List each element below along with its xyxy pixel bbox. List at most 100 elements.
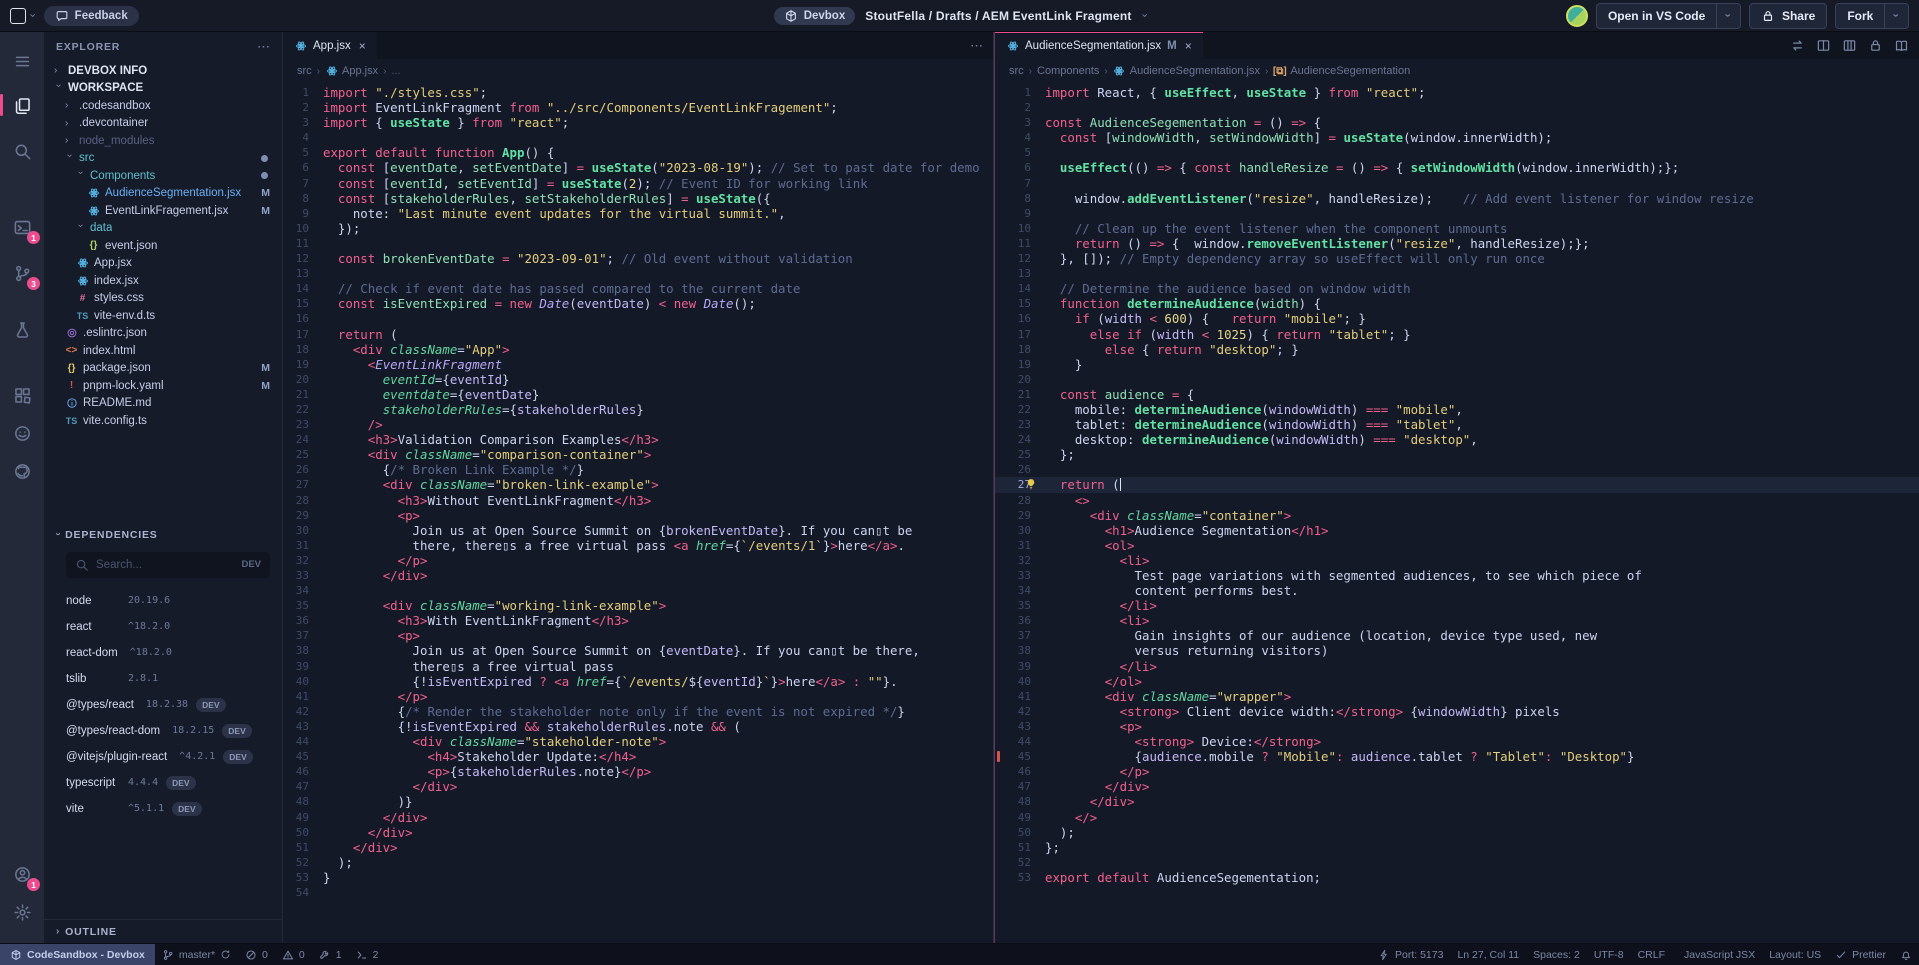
tree-item-package-json[interactable]: {} package.json M bbox=[44, 360, 282, 378]
close-tab-icon[interactable]: × bbox=[359, 39, 366, 53]
tree-item-readme-md[interactable]: README.md bbox=[44, 395, 282, 413]
share-button[interactable]: Share bbox=[1748, 2, 1828, 29]
tasks-count[interactable]: 1 bbox=[312, 944, 349, 965]
eol[interactable]: CRLF bbox=[1631, 944, 1672, 965]
terminals-count[interactable]: 2 bbox=[349, 944, 386, 965]
feedback-button[interactable]: Feedback bbox=[43, 5, 139, 26]
compare-changes-icon[interactable] bbox=[1790, 38, 1805, 53]
fork-dropdown[interactable]: › bbox=[1884, 3, 1902, 28]
tree-item-vite-env-d-ts[interactable]: TS vite-env.d.ts bbox=[44, 307, 282, 325]
tree-item-components[interactable]: › Components bbox=[44, 167, 282, 185]
breadcrumb-item[interactable]: Components bbox=[1037, 65, 1099, 77]
breadcrumb[interactable]: src › Components › AudienceSegmentation.jsx ›… bbox=[995, 59, 1919, 83]
tree-item-styles-css[interactable]: # styles.css bbox=[44, 290, 282, 308]
dependency-typescript[interactable]: typescript 4.4.4 DEV bbox=[44, 770, 282, 796]
menu-icon[interactable] bbox=[7, 46, 37, 76]
git-branch-status[interactable]: master* bbox=[155, 944, 238, 965]
breadcrumb-item[interactable]: App.jsx bbox=[325, 65, 378, 77]
tree-item-audiencesegmentation-jsx[interactable]: AudienceSegmentation.jsx M bbox=[44, 185, 282, 203]
react-file-icon bbox=[294, 40, 307, 52]
breadcrumb-item[interactable]: src bbox=[1009, 65, 1024, 77]
files-icon[interactable] bbox=[0, 90, 37, 120]
breadcrumb-item[interactable]: AudienceSegmentation.jsx bbox=[1113, 65, 1260, 77]
open-in-vscode-button[interactable]: Open in VS Code › bbox=[1595, 2, 1741, 29]
indentation[interactable]: Spaces: 2 bbox=[1526, 944, 1587, 965]
extensions-icon[interactable] bbox=[7, 380, 37, 410]
code-editor[interactable]: 1 import React, { useEffect, useState } f… bbox=[995, 83, 1919, 943]
lock-editor-icon[interactable] bbox=[1868, 38, 1883, 53]
tree-item-index-html[interactable]: <> index.html bbox=[44, 342, 282, 360]
code-line: 14 // Check if event date has passed com… bbox=[283, 281, 993, 296]
dev-filter-toggle[interactable]: DEV bbox=[241, 559, 261, 570]
github-icon[interactable] bbox=[7, 456, 37, 486]
split-editor-icon[interactable] bbox=[1816, 38, 1831, 53]
notifications-bell[interactable] bbox=[1893, 944, 1919, 965]
chevron-down-icon[interactable]: › bbox=[53, 532, 64, 536]
tree-item--eslintrc-json[interactable]: .eslintrc.json bbox=[44, 325, 282, 343]
explorer-more-icon[interactable]: ⋯ bbox=[257, 39, 270, 55]
open-docs-icon[interactable] bbox=[1894, 38, 1909, 53]
source-control-icon[interactable]: 3 bbox=[7, 258, 40, 290]
port-status[interactable]: Port: 5173 bbox=[1371, 944, 1450, 965]
tree-item--codesandbox[interactable]: › .codesandbox bbox=[44, 97, 282, 115]
breadcrumb-item[interactable]: ... bbox=[391, 65, 400, 77]
tab-audiencesegmentation-jsx[interactable]: AudienceSegmentation.jsx M × bbox=[995, 32, 1203, 59]
dependency-react[interactable]: react ^18.2.0 bbox=[44, 614, 282, 640]
dependency-vite[interactable]: vite ^5.1.1 DEV bbox=[44, 796, 282, 822]
terminal-icon[interactable]: 1 bbox=[7, 212, 40, 244]
tree-item-index-jsx[interactable]: index.jsx bbox=[44, 272, 282, 290]
breadcrumb[interactable]: StoutFella / Drafts / AEM EventLink Frag… bbox=[865, 9, 1131, 23]
code-editor[interactable]: 1 import "./styles.css"; 2 import EventLink… bbox=[283, 83, 993, 943]
avatar[interactable] bbox=[1565, 4, 1588, 27]
code-line: 6 const [eventDate, setEventDate] = useS… bbox=[283, 160, 993, 175]
chevron-right-icon: › bbox=[56, 926, 61, 937]
close-tab-icon[interactable]: × bbox=[1185, 39, 1192, 53]
project-chevron-down-icon[interactable]: › bbox=[1138, 14, 1150, 18]
settings-gear-icon[interactable] bbox=[7, 897, 37, 927]
formatter[interactable]: Prettier bbox=[1828, 944, 1893, 965]
open-in-vscode-dropdown[interactable]: › bbox=[1716, 3, 1734, 28]
docker-icon[interactable] bbox=[7, 418, 37, 448]
encoding[interactable]: UTF-8 bbox=[1587, 944, 1631, 965]
errors-count[interactable]: 0 bbox=[238, 944, 275, 965]
tree-item-src[interactable]: › src bbox=[44, 150, 282, 168]
tree-item-vite-config-ts[interactable]: TS vite.config.ts bbox=[44, 412, 282, 430]
live-session-icon[interactable]: 1 bbox=[7, 859, 40, 891]
cursor-position[interactable]: Ln 27, Col 11 bbox=[1450, 944, 1526, 965]
layout-columns-icon[interactable] bbox=[1842, 38, 1857, 53]
dependency--vitejs-plugin-react[interactable]: @vitejs/plugin-react ^4.2.1 DEV bbox=[44, 744, 282, 770]
tree-item--devcontainer[interactable]: › .devcontainer bbox=[44, 115, 282, 133]
tree-item-event-json[interactable]: {} event.json bbox=[44, 237, 282, 255]
workspace-menu-button[interactable]: › bbox=[10, 7, 38, 24]
json-file-icon: {} bbox=[67, 362, 76, 374]
devtools-icon[interactable] bbox=[7, 314, 37, 344]
line-number: 22 bbox=[1017, 402, 1031, 416]
tree-item-data[interactable]: › data bbox=[44, 220, 282, 238]
remote-indicator[interactable]: CodeSandbox - Devbox bbox=[0, 944, 155, 965]
tree-item-devbox-info[interactable]: › DEVBOX INFO bbox=[44, 62, 282, 80]
devbox-badge[interactable]: Devbox bbox=[773, 6, 856, 25]
fork-button[interactable]: Fork › bbox=[1835, 2, 1909, 29]
breadcrumb-item[interactable]: src bbox=[297, 65, 312, 77]
layout[interactable]: Layout: US bbox=[1762, 944, 1828, 965]
search-icon[interactable] bbox=[7, 136, 37, 166]
pane-more-actions-icon[interactable]: ⋯ bbox=[970, 38, 983, 54]
dependency--types-react[interactable]: @types/react 18.2.38 DEV bbox=[44, 692, 282, 718]
language-mode[interactable]: JavaScript JSX bbox=[1672, 944, 1762, 965]
breadcrumb[interactable]: src › App.jsx ›... bbox=[283, 59, 993, 83]
dependency-react-dom[interactable]: react-dom ^18.2.0 bbox=[44, 640, 282, 666]
tree-item-pnpm-lock-yaml[interactable]: ! pnpm-lock.yaml M bbox=[44, 377, 282, 395]
tree-item-app-jsx[interactable]: App.jsx bbox=[44, 255, 282, 273]
outline-section[interactable]: › OUTLINE bbox=[44, 919, 282, 943]
tree-item-node-modules[interactable]: › node_modules bbox=[44, 132, 282, 150]
warnings-count[interactable]: 0 bbox=[275, 944, 312, 965]
tab-app-jsx[interactable]: App.jsx × bbox=[283, 32, 377, 59]
lightbulb-icon[interactable] bbox=[1025, 478, 1037, 490]
tree-item-workspace[interactable]: › WORKSPACE bbox=[44, 80, 282, 98]
dependency-node[interactable]: node 20.19.6 bbox=[44, 588, 282, 614]
tree-item-eventlinkfragement-jsx[interactable]: EventLinkFragement.jsx M bbox=[44, 202, 282, 220]
breadcrumb-item[interactable]: [⧉] AudienceSegementation bbox=[1273, 65, 1410, 77]
dependency-tslib[interactable]: tslib 2.8.1 bbox=[44, 666, 282, 692]
dependency--types-react-dom[interactable]: @types/react-dom 18.2.15 DEV bbox=[44, 718, 282, 744]
dependency-search-input[interactable]: Search... DEV bbox=[66, 551, 270, 578]
